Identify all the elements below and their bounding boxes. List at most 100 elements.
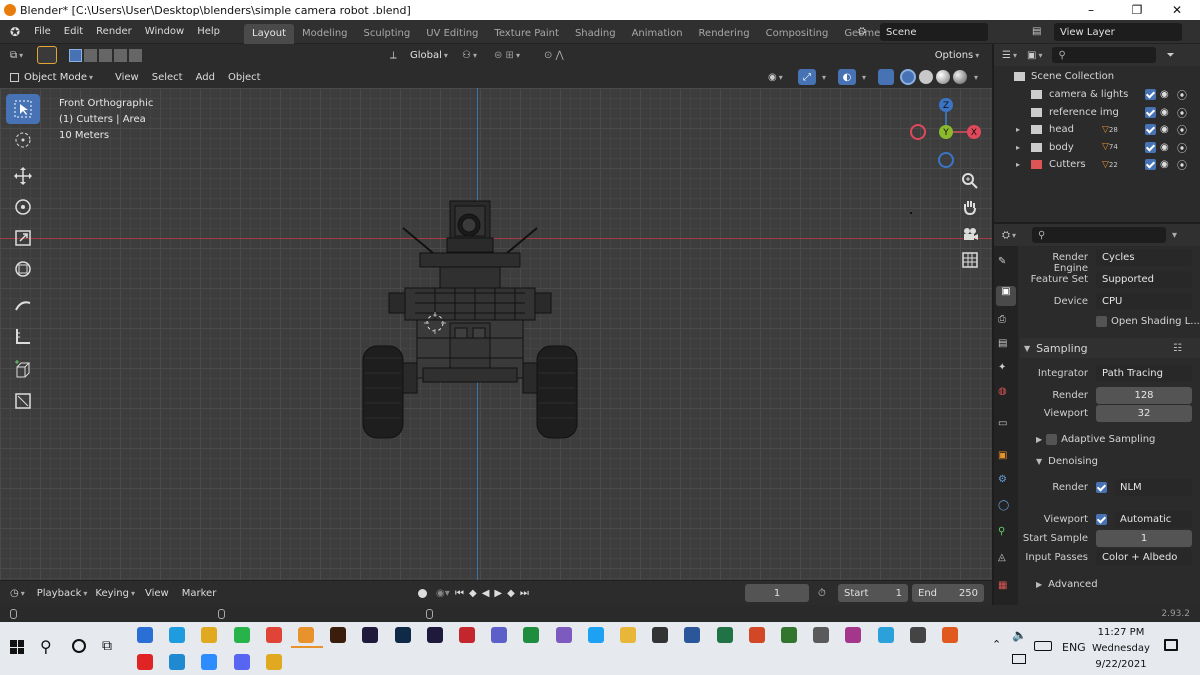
word-icon[interactable] [684,627,701,643]
eye-icon[interactable]: ◉ [1160,159,1169,170]
exclude-checkbox[interactable] [1145,106,1156,118]
constraints-tab-icon[interactable]: ⚲ [998,526,1005,537]
prev-keyframe-icon[interactable]: ◆ [469,588,477,599]
expand-arrow-icon[interactable]: ▸ [1016,143,1020,152]
onenote-icon[interactable] [845,627,862,643]
blender-menu-icon[interactable]: ✪ [10,25,20,39]
jump-end-icon[interactable]: ⏭ [520,588,529,599]
chevron-up-icon[interactable]: ⌃ [992,638,1001,651]
project-icon[interactable] [781,627,797,643]
object-tab-icon[interactable]: ▣ [998,450,1007,461]
texture-tab-icon[interactable]: ▦ [998,580,1007,591]
volume-icon[interactable]: 🔈 [1012,628,1027,642]
denoise-render-checkbox[interactable] [1096,482,1107,493]
modifier-tab-icon[interactable]: ⚙ [998,474,1007,485]
network-icon[interactable] [1012,654,1026,664]
start-sample-field[interactable]: 1 [1096,530,1192,547]
cortana-icon[interactable] [72,639,86,653]
outliner-search-input[interactable]: ⚲ [1052,47,1157,63]
transform-tool-icon[interactable] [6,254,40,284]
menu-edit[interactable]: Edit [64,26,83,37]
menu-keying[interactable]: Keying ▾ [95,588,135,599]
input-passes-dropdown[interactable]: Color + Albedo [1096,549,1192,566]
menu-playback[interactable]: Playback ▾ [37,588,88,599]
camera-render-icon[interactable]: ⦿ [1177,122,1187,137]
twitter-icon[interactable] [587,627,604,643]
eye-icon[interactable]: ◉ [1160,89,1169,100]
adaptive-sampling-subpanel[interactable]: ▶ Adaptive Sampling [1036,434,1155,445]
tab-sculpting[interactable]: Sculpting [356,24,419,44]
output-tab-icon[interactable]: ⎙ [998,314,1006,325]
rotate-tool-icon[interactable] [6,192,40,222]
selection-modes-icon[interactable] [69,48,143,62]
pivot-icon[interactable]: ⚇ ▾ [462,50,477,61]
eye-icon[interactable]: ◉ [1160,124,1169,135]
file-explorer-icon[interactable] [620,627,636,643]
keyframe-options-icon[interactable]: ◉▾ [436,588,450,599]
navigation-gizmo[interactable]: Z Y X [906,94,988,170]
camera-app-icon[interactable] [909,627,926,643]
camera-view-icon[interactable] [958,222,982,246]
record-icon[interactable] [418,588,427,598]
menu-file[interactable]: File [34,26,51,37]
denoising-subpanel[interactable]: ▼ Denoising [1036,456,1098,467]
notifications-icon[interactable] [1164,639,1178,651]
viewport-samples-field[interactable]: 32 [1096,405,1192,422]
end-frame-field[interactable]: End 250 [912,584,984,602]
device-dropdown[interactable]: CPU [1096,293,1192,310]
play-reverse-icon[interactable]: ◀ [482,588,490,599]
current-frame-field[interactable]: 1 [745,584,809,602]
keyboard-icon[interactable] [1034,641,1052,651]
visibility-icon[interactable]: ◉ ▾ [768,72,783,83]
outliner-row-body[interactable]: ▸ body ▽74 ◉ ⦿ [994,139,1200,156]
exclude-checkbox[interactable] [1145,141,1156,153]
eye-icon[interactable]: ◉ [1160,107,1169,118]
pan-hand-icon[interactable] [958,195,982,219]
scale-tool-icon[interactable] [6,223,40,253]
view-layer-tab-icon[interactable]: ▤ [998,338,1007,349]
exclude-checkbox[interactable] [1145,159,1156,170]
outliner-row-reference-img[interactable]: reference img ◉ ⦿ [994,104,1200,121]
expand-arrow-icon[interactable]: ▸ [1016,125,1020,134]
render-samples-field[interactable]: 128 [1096,387,1192,404]
next-keyframe-icon[interactable]: ◆ [507,588,515,599]
powerpoint-icon[interactable] [748,627,765,643]
denoise-viewport-checkbox[interactable] [1096,514,1107,525]
menu-render[interactable]: Render [96,26,132,37]
tab-rendering[interactable]: Rendering [691,24,758,44]
vscode-icon[interactable] [169,654,186,670]
integrator-dropdown[interactable]: Path Tracing [1096,365,1192,382]
adaptive-sampling-checkbox[interactable] [1046,434,1058,445]
start-frame-field[interactable]: Start 1 [838,584,908,602]
scene-icon[interactable]: ⛭ [858,26,866,37]
perspective-grid-icon[interactable] [958,248,982,272]
rendered-shading-icon[interactable] [953,70,967,84]
world-tab-icon[interactable]: ◍ [998,386,1007,397]
expand-arrow-icon[interactable]: ▸ [1016,160,1020,169]
menu-select[interactable]: Select [152,72,183,83]
move-tool-icon[interactable] [6,161,40,191]
tab-shading[interactable]: Shading [567,24,624,44]
excel-icon[interactable] [716,627,733,643]
collection-tab-icon[interactable]: ▭ [998,418,1007,429]
camera-render-icon[interactable]: ⦿ [1177,87,1187,102]
proportional-edit-icon[interactable]: ⊙ ⋀ [544,50,564,61]
eye-icon[interactable]: ◉ [1160,142,1169,153]
outliner-row-cutters[interactable]: ▸ Cutters ▽22 ◉ ⦿ [994,156,1200,173]
paint-icon[interactable] [942,627,958,643]
render-engine-dropdown[interactable]: Cycles [1096,249,1192,266]
outliner-editor-icon[interactable]: ☰ ▾ [1002,50,1017,61]
language-indicator[interactable]: ENG [1062,641,1086,654]
render-tab-icon[interactable]: ▣ [996,286,1016,306]
exclude-checkbox[interactable] [1145,124,1156,135]
mode-dropdown[interactable]: Object Mode ▾ [8,68,106,86]
scene-tab-icon[interactable]: ✦ [998,362,1006,373]
chrome-icon[interactable] [201,627,218,643]
zoom-icon[interactable] [201,654,218,670]
windows-start-icon[interactable] [10,640,24,654]
teams-icon[interactable] [491,627,508,643]
menu-view[interactable]: View [115,72,139,83]
close-button[interactable]: ✕ [1154,0,1200,20]
gizmo-toggle-icon[interactable]: ⤢ [798,69,816,85]
material-shading-icon[interactable] [936,70,950,84]
